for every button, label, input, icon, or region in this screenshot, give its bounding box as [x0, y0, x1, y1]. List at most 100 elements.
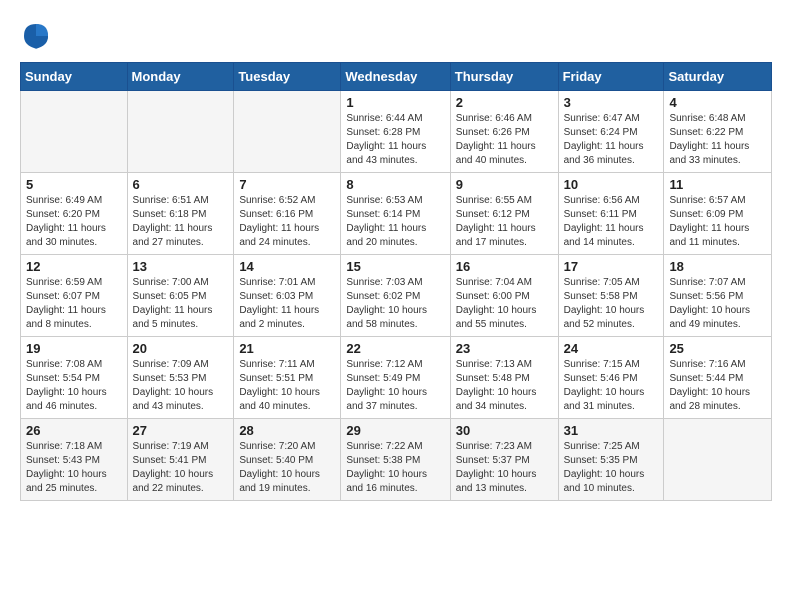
day-info: Sunrise: 7:04 AM Sunset: 6:00 PM Dayligh…: [456, 276, 553, 332]
week-row-1: 1 Sunrise: 6:44 AM Sunset: 6:28 PM Daylig…: [21, 91, 772, 173]
week-row-2: 5 Sunrise: 6:49 AM Sunset: 6:20 PM Daylig…: [21, 173, 772, 255]
logo: [20, 20, 56, 52]
calendar-cell: 18 Sunrise: 7:07 AM Sunset: 5:56 PM Dayli…: [664, 255, 772, 337]
day-number: 15: [346, 259, 444, 274]
day-number: 19: [26, 341, 122, 356]
day-number: 27: [133, 423, 229, 438]
calendar-cell: 24 Sunrise: 7:15 AM Sunset: 5:46 PM Dayli…: [558, 337, 664, 419]
day-info: Sunrise: 6:52 AM Sunset: 6:16 PM Dayligh…: [239, 194, 335, 250]
day-number: 20: [133, 341, 229, 356]
day-info: Sunrise: 7:20 AM Sunset: 5:40 PM Dayligh…: [239, 440, 335, 496]
weekday-header-wednesday: Wednesday: [341, 63, 450, 91]
day-info: Sunrise: 7:12 AM Sunset: 5:49 PM Dayligh…: [346, 358, 444, 414]
calendar-cell: 19 Sunrise: 7:08 AM Sunset: 5:54 PM Dayli…: [21, 337, 128, 419]
calendar-cell: 21 Sunrise: 7:11 AM Sunset: 5:51 PM Dayli…: [234, 337, 341, 419]
day-info: Sunrise: 7:16 AM Sunset: 5:44 PM Dayligh…: [669, 358, 766, 414]
day-info: Sunrise: 6:57 AM Sunset: 6:09 PM Dayligh…: [669, 194, 766, 250]
calendar-cell: 29 Sunrise: 7:22 AM Sunset: 5:38 PM Dayli…: [341, 419, 450, 501]
calendar-table: SundayMondayTuesdayWednesdayThursdayFrid…: [20, 62, 772, 501]
weekday-header-monday: Monday: [127, 63, 234, 91]
day-info: Sunrise: 7:18 AM Sunset: 5:43 PM Dayligh…: [26, 440, 122, 496]
weekday-header-saturday: Saturday: [664, 63, 772, 91]
calendar-cell: 12 Sunrise: 6:59 AM Sunset: 6:07 PM Dayli…: [21, 255, 128, 337]
week-row-5: 26 Sunrise: 7:18 AM Sunset: 5:43 PM Dayli…: [21, 419, 772, 501]
weekday-header-friday: Friday: [558, 63, 664, 91]
day-info: Sunrise: 6:59 AM Sunset: 6:07 PM Dayligh…: [26, 276, 122, 332]
day-info: Sunrise: 7:07 AM Sunset: 5:56 PM Dayligh…: [669, 276, 766, 332]
day-number: 13: [133, 259, 229, 274]
day-info: Sunrise: 7:11 AM Sunset: 5:51 PM Dayligh…: [239, 358, 335, 414]
day-info: Sunrise: 6:48 AM Sunset: 6:22 PM Dayligh…: [669, 112, 766, 168]
day-number: 2: [456, 95, 553, 110]
calendar-cell: 6 Sunrise: 6:51 AM Sunset: 6:18 PM Daylig…: [127, 173, 234, 255]
calendar-cell: 9 Sunrise: 6:55 AM Sunset: 6:12 PM Daylig…: [450, 173, 558, 255]
day-number: 23: [456, 341, 553, 356]
calendar-cell: 30 Sunrise: 7:23 AM Sunset: 5:37 PM Dayli…: [450, 419, 558, 501]
day-number: 28: [239, 423, 335, 438]
day-number: 8: [346, 177, 444, 192]
calendar-cell: 3 Sunrise: 6:47 AM Sunset: 6:24 PM Daylig…: [558, 91, 664, 173]
calendar-cell: 4Sunrise: 6:48 AM Sunset: 6:22 PM Daylig…: [664, 91, 772, 173]
calendar-cell: 17 Sunrise: 7:05 AM Sunset: 5:58 PM Dayli…: [558, 255, 664, 337]
day-number: 21: [239, 341, 335, 356]
day-info: Sunrise: 6:44 AM Sunset: 6:28 PM Dayligh…: [346, 112, 444, 168]
day-number: 26: [26, 423, 122, 438]
calendar-cell: 22 Sunrise: 7:12 AM Sunset: 5:49 PM Dayli…: [341, 337, 450, 419]
day-number: 24: [564, 341, 659, 356]
day-info: Sunrise: 7:01 AM Sunset: 6:03 PM Dayligh…: [239, 276, 335, 332]
calendar-cell: 10 Sunrise: 6:56 AM Sunset: 6:11 PM Dayli…: [558, 173, 664, 255]
calendar-cell: 16 Sunrise: 7:04 AM Sunset: 6:00 PM Dayli…: [450, 255, 558, 337]
day-number: 5: [26, 177, 122, 192]
calendar-cell: [234, 91, 341, 173]
day-number: 6: [133, 177, 229, 192]
calendar-cell: 23 Sunrise: 7:13 AM Sunset: 5:48 PM Dayli…: [450, 337, 558, 419]
day-number: 30: [456, 423, 553, 438]
page-header: [20, 20, 772, 52]
day-info: Sunrise: 6:55 AM Sunset: 6:12 PM Dayligh…: [456, 194, 553, 250]
day-info: Sunrise: 6:53 AM Sunset: 6:14 PM Dayligh…: [346, 194, 444, 250]
day-number: 29: [346, 423, 444, 438]
day-number: 17: [564, 259, 659, 274]
day-number: 9: [456, 177, 553, 192]
day-number: 16: [456, 259, 553, 274]
calendar-cell: 2Sunrise: 6:46 AM Sunset: 6:26 PM Daylig…: [450, 91, 558, 173]
day-info: Sunrise: 7:03 AM Sunset: 6:02 PM Dayligh…: [346, 276, 444, 332]
day-info: Sunrise: 7:13 AM Sunset: 5:48 PM Dayligh…: [456, 358, 553, 414]
day-info: Sunrise: 7:08 AM Sunset: 5:54 PM Dayligh…: [26, 358, 122, 414]
calendar-cell: 28 Sunrise: 7:20 AM Sunset: 5:40 PM Dayli…: [234, 419, 341, 501]
calendar-cell: 14 Sunrise: 7:01 AM Sunset: 6:03 PM Dayli…: [234, 255, 341, 337]
day-number: 11: [669, 177, 766, 192]
calendar-cell: 13 Sunrise: 7:00 AM Sunset: 6:05 PM Dayli…: [127, 255, 234, 337]
day-info: Sunrise: 7:23 AM Sunset: 5:37 PM Dayligh…: [456, 440, 553, 496]
calendar-cell: 26 Sunrise: 7:18 AM Sunset: 5:43 PM Dayli…: [21, 419, 128, 501]
calendar-cell: 27 Sunrise: 7:19 AM Sunset: 5:41 PM Dayli…: [127, 419, 234, 501]
day-info: Sunrise: 7:22 AM Sunset: 5:38 PM Dayligh…: [346, 440, 444, 496]
day-number: 14: [239, 259, 335, 274]
day-number: 18: [669, 259, 766, 274]
day-info: Sunrise: 6:47 AM Sunset: 6:24 PM Dayligh…: [564, 112, 659, 168]
day-info: Sunrise: 7:15 AM Sunset: 5:46 PM Dayligh…: [564, 358, 659, 414]
day-number: 12: [26, 259, 122, 274]
day-number: 22: [346, 341, 444, 356]
day-info: Sunrise: 7:25 AM Sunset: 5:35 PM Dayligh…: [564, 440, 659, 496]
day-number: 1: [346, 95, 444, 110]
calendar-cell: 8 Sunrise: 6:53 AM Sunset: 6:14 PM Daylig…: [341, 173, 450, 255]
day-number: 10: [564, 177, 659, 192]
calendar-header-row: SundayMondayTuesdayWednesdayThursdayFrid…: [21, 63, 772, 91]
day-info: Sunrise: 6:51 AM Sunset: 6:18 PM Dayligh…: [133, 194, 229, 250]
weekday-header-thursday: Thursday: [450, 63, 558, 91]
day-number: 3: [564, 95, 659, 110]
day-number: 25: [669, 341, 766, 356]
weekday-header-tuesday: Tuesday: [234, 63, 341, 91]
calendar-cell: 20Sunrise: 7:09 AM Sunset: 5:53 PM Dayli…: [127, 337, 234, 419]
calendar-cell: 7Sunrise: 6:52 AM Sunset: 6:16 PM Daylig…: [234, 173, 341, 255]
day-info: Sunrise: 7:00 AM Sunset: 6:05 PM Dayligh…: [133, 276, 229, 332]
weekday-header-sunday: Sunday: [21, 63, 128, 91]
day-info: Sunrise: 7:19 AM Sunset: 5:41 PM Dayligh…: [133, 440, 229, 496]
day-info: Sunrise: 6:56 AM Sunset: 6:11 PM Dayligh…: [564, 194, 659, 250]
calendar-cell: 31Sunrise: 7:25 AM Sunset: 5:35 PM Dayli…: [558, 419, 664, 501]
week-row-4: 19 Sunrise: 7:08 AM Sunset: 5:54 PM Dayli…: [21, 337, 772, 419]
day-info: Sunrise: 7:05 AM Sunset: 5:58 PM Dayligh…: [564, 276, 659, 332]
day-info: Sunrise: 6:49 AM Sunset: 6:20 PM Dayligh…: [26, 194, 122, 250]
calendar-cell: 25 Sunrise: 7:16 AM Sunset: 5:44 PM Dayli…: [664, 337, 772, 419]
